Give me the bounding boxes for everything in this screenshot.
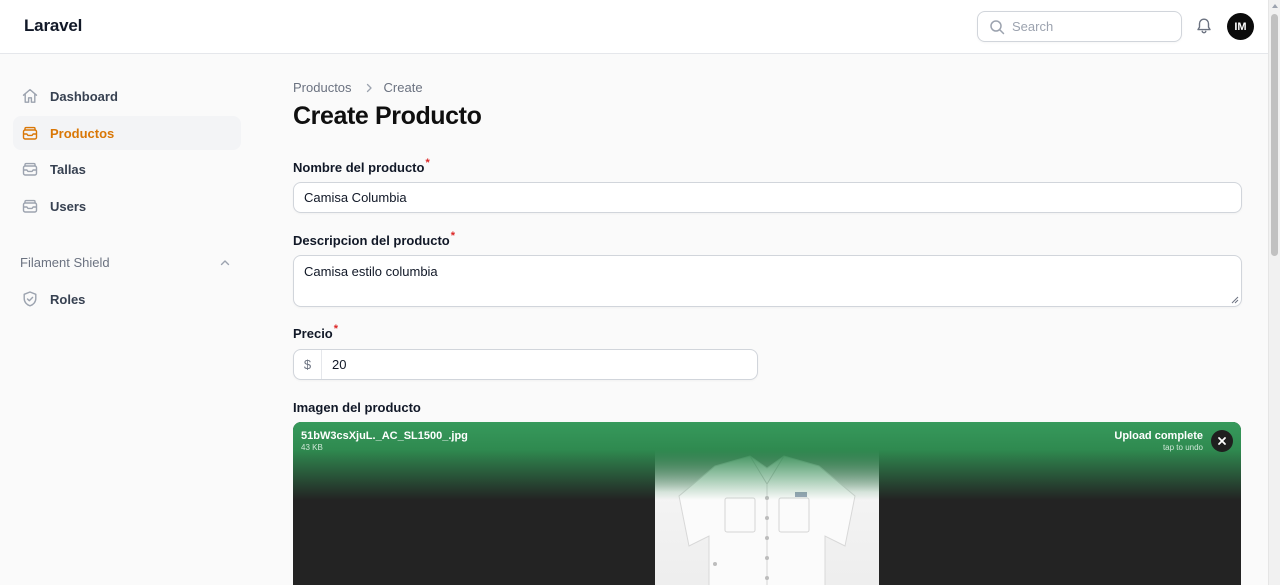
inbox-stack-icon xyxy=(21,124,39,142)
shield-check-icon xyxy=(21,290,39,308)
resize-handle-icon[interactable] xyxy=(1231,296,1239,304)
global-search[interactable] xyxy=(977,11,1182,42)
chevron-right-icon xyxy=(366,83,372,92)
user-avatar[interactable]: IM xyxy=(1227,13,1254,40)
descripcion-textarea[interactable]: Camisa estilo columbia xyxy=(304,264,1224,302)
precio-field[interactable]: $ xyxy=(293,349,758,380)
descripcion-label-text: Descripcion del producto xyxy=(293,233,450,248)
descripcion-label: Descripcion del producto* xyxy=(293,230,456,248)
required-marker: * xyxy=(450,230,456,242)
required-marker: * xyxy=(425,157,430,169)
nombre-label: Nombre del producto* xyxy=(293,157,430,175)
image-upload[interactable]: 51bW3csXjuL._AC_SL1500_.jpg 43 KB Upload… xyxy=(293,422,1241,585)
bell-icon[interactable] xyxy=(1195,17,1213,35)
page-scrollbar[interactable] xyxy=(1268,0,1280,585)
precio-label: Precio* xyxy=(293,323,339,341)
search-icon xyxy=(990,20,1005,35)
page-title: Create Producto xyxy=(293,102,482,130)
breadcrumb: Productos Create xyxy=(293,80,423,95)
home-icon xyxy=(21,87,39,105)
imagen-label: Imagen del producto xyxy=(293,400,421,415)
inbox-stack-icon xyxy=(21,160,39,178)
precio-label-text: Precio xyxy=(293,326,333,341)
upload-undo-hint[interactable]: tap to undo xyxy=(1163,443,1203,452)
scrollbar-thumb[interactable] xyxy=(1271,14,1278,256)
sidebar: Dashboard Productos Tallas Users Filamen… xyxy=(0,54,256,585)
precio-input[interactable] xyxy=(332,350,747,379)
scroll-up-arrow-icon[interactable] xyxy=(1272,4,1278,8)
breadcrumb-current[interactable]: Create xyxy=(384,80,423,95)
close-icon xyxy=(1218,437,1226,445)
sidebar-group-label[interactable]: Filament Shield xyxy=(20,255,110,270)
brand-logo[interactable]: Laravel xyxy=(24,16,82,36)
nombre-field[interactable] xyxy=(293,182,1242,213)
remove-file-button[interactable] xyxy=(1211,430,1233,452)
sidebar-item-users[interactable]: Users xyxy=(13,189,241,223)
sidebar-item-label: Dashboard xyxy=(50,88,118,104)
required-marker: * xyxy=(333,323,339,335)
upload-file-name: 51bW3csXjuL._AC_SL1500_.jpg xyxy=(301,430,468,442)
sidebar-item-label: Productos xyxy=(50,125,115,141)
nombre-label-text: Nombre del producto xyxy=(293,160,425,175)
sidebar-item-roles[interactable]: Roles xyxy=(13,282,241,316)
sidebar-item-productos[interactable]: Productos xyxy=(13,116,241,150)
descripcion-field[interactable]: Camisa estilo columbia xyxy=(293,255,1242,307)
chevron-up-icon[interactable] xyxy=(219,257,231,269)
breadcrumb-parent-link[interactable]: Productos xyxy=(293,80,352,95)
search-input[interactable] xyxy=(1012,12,1172,41)
nombre-input[interactable] xyxy=(304,183,1224,212)
upload-status: Upload complete xyxy=(1114,430,1203,442)
upload-file-size: 43 KB xyxy=(301,443,323,452)
top-bar: Laravel IM xyxy=(0,0,1268,54)
inbox-stack-icon xyxy=(21,197,39,215)
currency-prefix: $ xyxy=(294,350,322,379)
sidebar-item-label: Tallas xyxy=(50,161,86,177)
sidebar-item-tallas[interactable]: Tallas xyxy=(13,152,241,186)
sidebar-item-dashboard[interactable]: Dashboard xyxy=(13,79,241,113)
sidebar-item-label: Roles xyxy=(50,291,86,307)
sidebar-item-label: Users xyxy=(50,198,87,214)
